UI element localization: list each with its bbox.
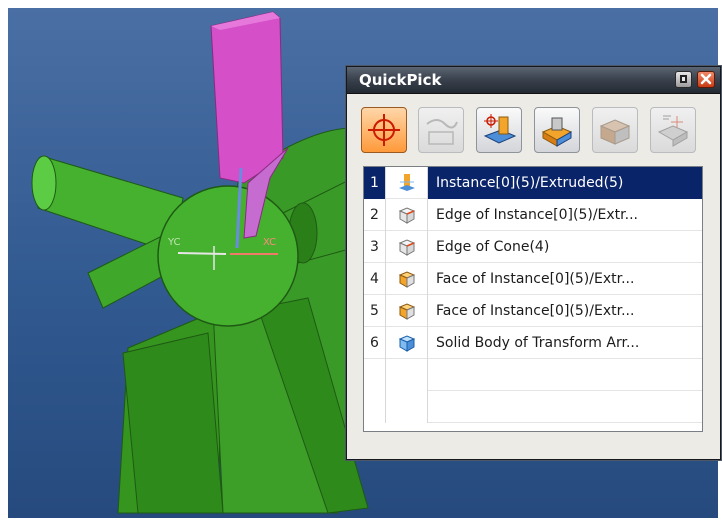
extrude-feature-icon [399, 174, 415, 191]
component-icon [599, 119, 631, 145]
list-item[interactable]: 6 Solid Body of Transform Arr... [364, 327, 702, 359]
item-label: Edge of Cone(4) [436, 239, 550, 255]
xc-axis-label: XC [263, 237, 276, 248]
list-item[interactable]: 2 Edge of Instance[0](5)/Extr... [364, 199, 702, 231]
part-front-face [157, 185, 299, 327]
item-label: Solid Body of Transform Arr... [436, 335, 640, 351]
pin-button[interactable] [675, 71, 692, 88]
dialog-titlebar[interactable]: QuickPick [347, 67, 720, 94]
filter-all-button[interactable] [361, 107, 407, 153]
tool-body [210, 11, 284, 184]
filter-features-button[interactable] [476, 107, 522, 153]
filter-toolbar [361, 107, 701, 153]
feature-icon [483, 114, 517, 144]
list-item[interactable]: 3 Edge of Cone(4) [364, 231, 702, 263]
face-cube-icon [398, 303, 416, 320]
filter-other-button[interactable] [650, 107, 696, 153]
filter-curves-button[interactable] [418, 107, 464, 153]
curve-icon [426, 119, 458, 145]
pin-icon [680, 75, 687, 83]
item-index: 1 [364, 167, 386, 199]
part-arm-bottom-left [122, 332, 224, 514]
yc-axis-label: YC [167, 237, 181, 248]
filter-components-button[interactable] [592, 107, 638, 153]
application-window: YC XC QuickPick 1 Instance[0](5)/Extrude… [0, 0, 722, 525]
item-index: 5 [364, 295, 386, 327]
filter-bodies-button[interactable] [534, 107, 580, 153]
empty-list-row [364, 359, 702, 391]
solid-body-icon [398, 335, 416, 352]
edge-cube-icon [398, 207, 416, 224]
quickpick-dialog: QuickPick 1 Instance[0](5)/Extruded(5) 2… [346, 66, 721, 460]
list-item[interactable]: 5 Face of Instance[0](5)/Extr... [364, 295, 702, 327]
close-icon [700, 73, 712, 85]
item-index: 3 [364, 231, 386, 263]
other-icon [657, 115, 689, 147]
item-label: Face of Instance[0](5)/Extr... [436, 303, 635, 319]
crosshair-icon [368, 114, 400, 146]
edge-cube-icon [398, 239, 416, 256]
item-label: Face of Instance[0](5)/Extr... [436, 271, 635, 287]
dialog-title: QuickPick [359, 71, 442, 89]
item-index: 2 [364, 199, 386, 231]
face-cube-icon [398, 271, 416, 288]
body-icon [541, 117, 573, 147]
list-item[interactable]: 4 Face of Instance[0](5)/Extr... [364, 263, 702, 295]
item-label: Edge of Instance[0](5)/Extr... [436, 207, 638, 223]
item-label: Instance[0](5)/Extruded(5) [428, 167, 702, 199]
list-item[interactable]: 1 Instance[0](5)/Extruded(5) [364, 167, 702, 199]
item-index: 6 [364, 327, 386, 359]
item-index: 4 [364, 263, 386, 295]
dialog-body: 1 Instance[0](5)/Extruded(5) 2 Edge of I… [351, 98, 716, 453]
empty-list-row [364, 391, 702, 423]
close-button[interactable] [697, 71, 715, 88]
selection-list[interactable]: 1 Instance[0](5)/Extruded(5) 2 Edge of I… [363, 166, 703, 432]
